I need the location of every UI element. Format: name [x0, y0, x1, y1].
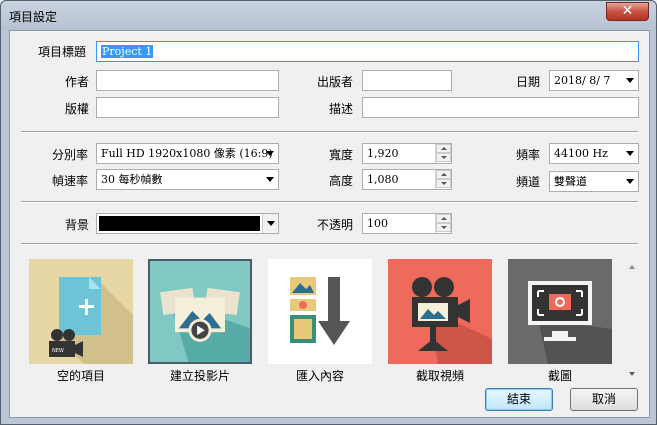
- tiles-scrollbar[interactable]: [624, 257, 641, 382]
- framerate-label: 幀速率: [52, 174, 89, 188]
- date-value: 2018/ 8/ 7: [554, 74, 611, 87]
- color-swatch: [99, 216, 260, 231]
- opacity-value: 100: [367, 217, 388, 230]
- dialog-content: 項目標題 Project 1 作者 出版者 日期 2018/ 8/ 7 版權 描…: [9, 30, 650, 418]
- height-stepper[interactable]: 1,080: [362, 169, 452, 190]
- description-input[interactable]: [362, 97, 639, 118]
- decrement-icon[interactable]: [436, 153, 451, 162]
- date-picker[interactable]: 2018/ 8/ 7: [549, 70, 639, 91]
- increment-icon[interactable]: [436, 170, 451, 179]
- project-title-value: Project 1: [101, 45, 154, 58]
- description-label: 描述: [329, 102, 354, 116]
- chevron-down-icon: [626, 151, 634, 156]
- separator: [21, 201, 638, 203]
- framerate-value: 30 每秒幀數: [101, 173, 163, 186]
- tile-import-content-label: 匯入內容: [295, 369, 344, 383]
- opacity-stepper[interactable]: 100: [362, 213, 452, 234]
- publisher-input[interactable]: [362, 70, 452, 91]
- project-templates: NEW 空的項目 建立投影片 匯入內容 截取視頻 截圖: [21, 249, 626, 384]
- tile-import-content[interactable]: [268, 259, 372, 364]
- decrement-icon[interactable]: [436, 179, 451, 188]
- finish-button[interactable]: 結束: [485, 388, 553, 411]
- tile-empty-project[interactable]: NEW: [29, 259, 133, 364]
- background-label: 背景: [65, 218, 90, 232]
- chevron-down-icon: [626, 78, 634, 83]
- resolution-dropdown[interactable]: Full HD 1920x1080 像素 (16:9): [96, 143, 279, 164]
- samplerate-value: 44100 Hz: [554, 147, 608, 160]
- close-button[interactable]: ✕: [606, 2, 649, 21]
- samplerate-label: 頻率: [516, 148, 541, 162]
- width-stepper[interactable]: 1,920: [362, 143, 452, 164]
- height-label: 高度: [329, 174, 354, 188]
- chevron-down-icon: [266, 151, 274, 156]
- tile-create-slideshow[interactable]: [148, 259, 252, 364]
- author-input[interactable]: [96, 70, 279, 91]
- resolution-value: Full HD 1920x1080 像素 (16:9): [101, 147, 273, 160]
- tile-capture-video[interactable]: [388, 259, 492, 364]
- separator: [21, 131, 638, 133]
- import-media-icon: [268, 259, 372, 364]
- channel-value: 雙聲道: [554, 175, 587, 188]
- channel-dropdown[interactable]: 雙聲道: [549, 171, 639, 192]
- background-color-picker[interactable]: [96, 213, 279, 234]
- increment-icon[interactable]: [436, 144, 451, 153]
- scroll-down-icon[interactable]: [629, 372, 635, 376]
- resolution-label: 分別率: [52, 148, 89, 162]
- film-camera-new-icon: NEW: [29, 259, 133, 364]
- dialog-title: 項目設定: [9, 10, 58, 24]
- decrement-icon[interactable]: [436, 223, 451, 232]
- chevron-down-icon: [626, 179, 634, 184]
- opacity-label: 不透明: [317, 218, 354, 232]
- tile-screenshot-label: 截圖: [547, 369, 572, 383]
- screenshot-icon: [508, 259, 612, 364]
- copyright-input[interactable]: [96, 97, 279, 118]
- width-value: 1,920: [367, 147, 399, 160]
- chevron-down-icon: [266, 177, 274, 182]
- video-camera-icon: [388, 259, 492, 364]
- chevron-down-icon[interactable]: [262, 214, 278, 233]
- svg-text:NEW: NEW: [52, 348, 64, 354]
- samplerate-dropdown[interactable]: 44100 Hz: [549, 143, 639, 164]
- framerate-dropdown[interactable]: 30 每秒幀數: [96, 169, 279, 190]
- tile-screenshot[interactable]: [508, 259, 612, 364]
- slideshow-play-icon: [150, 261, 250, 362]
- height-value: 1,080: [367, 173, 399, 186]
- tile-create-slideshow-label: 建立投影片: [169, 369, 230, 383]
- copyright-label: 版權: [65, 102, 90, 116]
- increment-icon[interactable]: [436, 214, 451, 223]
- publisher-label: 出版者: [317, 75, 354, 89]
- separator: [21, 243, 638, 245]
- scroll-up-icon[interactable]: [629, 265, 635, 269]
- tile-empty-project-label: 空的項目: [56, 369, 105, 383]
- width-label: 寬度: [329, 148, 354, 162]
- date-label: 日期: [516, 75, 541, 89]
- author-label: 作者: [65, 75, 90, 89]
- cancel-button[interactable]: 取消: [570, 388, 638, 411]
- project-settings-dialog: 項目設定 ✕ 項目標題 Project 1 作者 出版者 日期 2018/ 8/…: [0, 0, 657, 425]
- tile-capture-video-label: 截取視頻: [415, 369, 464, 383]
- project-title-label: 項目標題: [38, 45, 87, 59]
- project-title-input[interactable]: Project 1: [96, 41, 639, 62]
- channel-label: 頻道: [516, 175, 541, 189]
- title-bar: 項目設定 ✕: [1, 1, 656, 30]
